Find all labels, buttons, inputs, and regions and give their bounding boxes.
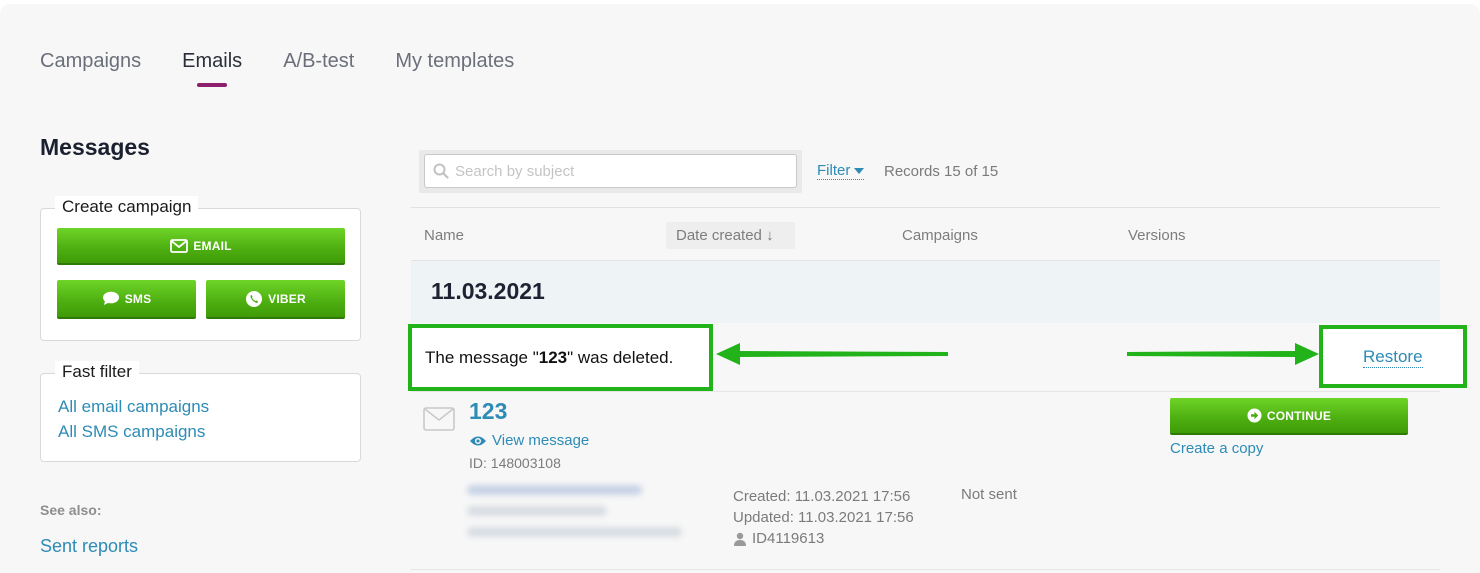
- search-container: [419, 150, 802, 193]
- create-viber-button[interactable]: VIBER: [206, 280, 345, 319]
- create-email-label: EMAIL: [193, 238, 232, 253]
- arrow-circle-right-icon: [1247, 408, 1262, 423]
- owner-row: ID4119613: [733, 528, 914, 549]
- tab-campaigns[interactable]: Campaigns: [40, 50, 141, 87]
- date-group-row: 11.03.2021: [411, 261, 1440, 323]
- message-id: ID: 148003108: [469, 455, 561, 471]
- message-title-link[interactable]: 123: [469, 398, 507, 425]
- tab-ab-test[interactable]: A/B-test: [283, 50, 354, 87]
- search-icon: [433, 163, 449, 179]
- deleted-notification: The message " 123 " was deleted.: [408, 324, 713, 391]
- redacted-line: [467, 527, 682, 537]
- restore-link[interactable]: Restore: [1363, 347, 1423, 368]
- restore-highlight: Restore: [1319, 325, 1467, 388]
- filter-link-all-sms[interactable]: All SMS campaigns: [58, 419, 209, 444]
- owner-id: ID4119613: [752, 530, 825, 547]
- envelope-icon: [423, 407, 455, 431]
- filter-link-all-email[interactable]: All email campaigns: [58, 394, 209, 419]
- top-tabs: Campaigns Emails A/B-test My templates: [40, 50, 555, 87]
- message-meta: Created: 11.03.2021 17:56 Updated: 11.03…: [733, 486, 914, 549]
- create-campaign-legend: Create campaign: [55, 196, 199, 218]
- continue-button[interactable]: CONTINUE: [1170, 398, 1408, 435]
- column-header-date-created[interactable]: Date created ↓: [676, 227, 774, 244]
- content-panel: Campaigns Emails A/B-test My templates M…: [0, 4, 1480, 573]
- divider: [411, 391, 1440, 392]
- redacted-line: [467, 506, 607, 516]
- column-header-campaigns: Campaigns: [902, 227, 978, 244]
- column-header-versions: Versions: [1128, 227, 1186, 244]
- arrow-left-icon: [716, 343, 948, 365]
- arrow-right-icon: [1127, 343, 1319, 365]
- sort-down-icon: ↓: [766, 227, 774, 244]
- eye-icon: [470, 436, 486, 445]
- view-message-link[interactable]: View message: [469, 432, 589, 449]
- create-sms-button[interactable]: SMS: [57, 280, 196, 319]
- fast-filter-legend: Fast filter: [55, 361, 139, 383]
- sent-reports-link[interactable]: Sent reports: [40, 536, 138, 557]
- caret-down-icon: [854, 167, 865, 174]
- filter-dropdown[interactable]: Filter: [817, 162, 865, 180]
- filter-label: Filter: [817, 162, 851, 179]
- deleted-prefix: The message ": [425, 347, 539, 367]
- search-input[interactable]: [455, 162, 775, 180]
- chat-bubble-icon: [102, 291, 119, 305]
- deleted-message-name: 123: [538, 347, 568, 367]
- see-also-label: See also:: [40, 502, 102, 518]
- create-email-button[interactable]: EMAIL: [57, 228, 345, 265]
- create-campaign-box: Create campaign EMAIL SMS VIBER: [40, 196, 361, 341]
- tab-my-templates[interactable]: My templates: [395, 50, 514, 87]
- fast-filter-box: Fast filter All email campaigns All SMS …: [40, 361, 361, 462]
- create-viber-label: VIBER: [268, 291, 306, 306]
- user-icon: [734, 532, 746, 546]
- deleted-suffix: " was deleted.: [567, 347, 674, 367]
- continue-label: CONTINUE: [1266, 408, 1332, 423]
- envelope-icon: [170, 238, 189, 253]
- date-created-label: Date created: [676, 227, 762, 244]
- created-date: Created: 11.03.2021 17:56: [733, 488, 911, 505]
- message-status: Not sent: [961, 486, 1017, 503]
- divider: [411, 569, 1440, 570]
- search-field[interactable]: [424, 154, 797, 188]
- create-copy-link[interactable]: Create a copy: [1170, 440, 1263, 457]
- fast-filter-links: All email campaigns All SMS campaigns: [58, 394, 209, 444]
- create-sms-label: SMS: [124, 291, 152, 306]
- view-message-label: View message: [492, 432, 590, 449]
- column-header-name[interactable]: Name: [424, 227, 464, 244]
- date-group-label: 11.03.2021: [431, 278, 545, 304]
- messages-title: Messages: [40, 134, 150, 160]
- redacted-preview: [467, 485, 687, 555]
- tab-emails[interactable]: Emails: [182, 50, 242, 87]
- divider: [411, 207, 1440, 208]
- updated-date: Updated: 11.03.2021 17:56: [733, 509, 914, 526]
- viber-icon: [246, 290, 263, 307]
- records-count: Records 15 of 15: [884, 163, 999, 180]
- redacted-line: [467, 485, 642, 495]
